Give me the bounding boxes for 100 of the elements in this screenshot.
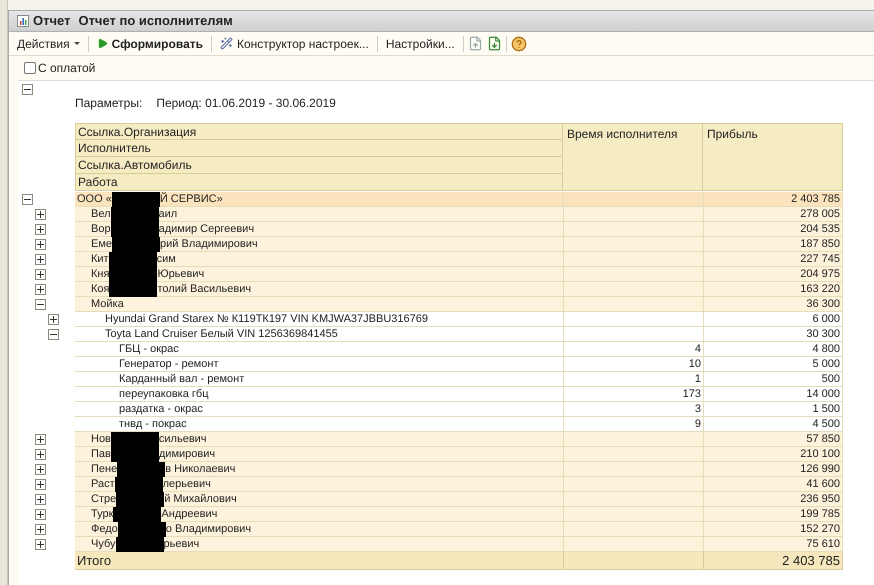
- row-label: Пав: [91, 447, 111, 461]
- profit-cell: 14 000: [703, 387, 843, 402]
- row-label-end: Андреевич: [161, 507, 218, 521]
- row-label-end: толий Васильевич: [157, 282, 252, 296]
- profit-cell: 4 800: [703, 342, 843, 357]
- column-header: Ссылка.Автомобиль: [75, 157, 563, 174]
- row-label: Стре: [91, 492, 116, 506]
- total-label: Итого: [75, 552, 563, 570]
- row-label: Еме: [91, 237, 112, 251]
- window-title: Отчет по исполнителям: [78, 12, 233, 30]
- designer-button[interactable]: Конструктор настроек...: [216, 34, 373, 52]
- row-label-end: о Владимирович: [166, 522, 252, 536]
- collapse-toggle[interactable]: [22, 84, 33, 95]
- collapse-toggle[interactable]: [22, 194, 33, 205]
- expand-toggle[interactable]: [35, 464, 46, 475]
- time-cell: 9: [563, 417, 703, 432]
- row-label: Кня: [91, 267, 110, 281]
- play-icon: [96, 38, 108, 49]
- row-label-end: димирович: [158, 447, 216, 461]
- row-label: Мойка: [91, 297, 124, 311]
- expand-toggle[interactable]: [35, 434, 46, 445]
- row-label: раздатка - окрас: [119, 402, 203, 416]
- row-label: Пене: [91, 462, 118, 476]
- column-header: Прибыль: [703, 123, 843, 191]
- redaction-block: [109, 282, 158, 296]
- row-label-end: в Николаевич: [165, 462, 236, 476]
- row-label-end: сильевич: [158, 432, 207, 446]
- expand-toggle[interactable]: [35, 209, 46, 220]
- period-text: Период: 01.06.2019 - 30.06.2019: [156, 95, 336, 112]
- row-label-end: Юрьевич: [157, 267, 204, 281]
- row-label: Федо: [91, 522, 118, 536]
- expand-toggle[interactable]: [35, 479, 46, 490]
- generate-button[interactable]: Сформировать: [92, 34, 207, 52]
- expand-toggle[interactable]: [35, 509, 46, 520]
- time-cell: 173: [563, 387, 703, 402]
- row-label: Вор: [91, 222, 111, 236]
- expand-toggle[interactable]: [35, 524, 46, 535]
- profit-cell: 152 270: [703, 522, 843, 537]
- profit-cell: 30 300: [703, 327, 843, 342]
- time-cell: 4: [563, 342, 703, 357]
- row-label: Нов: [91, 432, 111, 446]
- row-label-end: й Михайлович: [164, 492, 237, 506]
- redaction-block: [110, 432, 159, 446]
- redaction-block: [112, 192, 160, 206]
- time-cell: 3: [563, 402, 703, 417]
- parameters-label: Параметры:: [75, 95, 142, 112]
- redaction-block: [116, 536, 164, 552]
- row-label: Турк: [91, 507, 114, 521]
- expand-toggle[interactable]: [35, 239, 46, 250]
- profit-cell: 75 610: [703, 537, 843, 552]
- row-label: Вел: [91, 207, 111, 221]
- profit-cell: 4 500: [703, 417, 843, 432]
- expand-toggle[interactable]: [48, 314, 59, 325]
- time-cell: 10: [563, 357, 703, 372]
- row-label-end: адимир Сергеевич: [158, 222, 254, 236]
- row-label: Чубу: [91, 537, 116, 551]
- expand-toggle[interactable]: [35, 494, 46, 505]
- row-label: переупаковка гбц: [119, 387, 208, 401]
- caret-icon: [74, 42, 80, 45]
- collapse-toggle[interactable]: [48, 329, 59, 340]
- profit-cell: 126 990: [703, 462, 843, 477]
- expand-toggle[interactable]: [35, 254, 46, 265]
- collapse-toggle[interactable]: [35, 299, 46, 310]
- row-label-end: рий Владимирович: [160, 237, 258, 251]
- wand-icon: [220, 37, 233, 50]
- row-label: Генератор - ремонт: [119, 357, 218, 371]
- row-label: Коя: [91, 282, 110, 296]
- profit-cell: 278 005: [703, 207, 843, 222]
- profit-cell: 236 950: [703, 492, 843, 507]
- profit-cell: 204 535: [703, 222, 843, 237]
- report-icon: [17, 15, 29, 27]
- help-icon[interactable]: [510, 36, 527, 52]
- profit-cell: 199 785: [703, 507, 843, 522]
- row-label: ООО «: [77, 192, 112, 206]
- total-profit: 2 403 785: [703, 552, 843, 570]
- profit-cell: 6 000: [703, 312, 843, 327]
- profit-cell: 163 220: [703, 282, 843, 297]
- profit-cell: 36 300: [703, 297, 843, 312]
- expand-toggle[interactable]: [35, 449, 46, 460]
- row-label: Кит: [91, 252, 109, 266]
- profit-cell: 5 000: [703, 357, 843, 372]
- expand-toggle[interactable]: [35, 224, 46, 235]
- settings-button[interactable]: Настройки...: [382, 34, 459, 52]
- expand-toggle[interactable]: [35, 269, 46, 280]
- expand-toggle[interactable]: [35, 284, 46, 295]
- profit-cell: 41 600: [703, 477, 843, 492]
- column-header: Время исполнителя: [563, 123, 703, 191]
- time-cell: 1: [563, 372, 703, 387]
- profit-cell: 2 403 785: [703, 192, 843, 207]
- window-type: Отчет: [33, 12, 70, 30]
- row-label: Hyundai Grand Starex № К119ТК197 VIN KMJWA37JBBU316769: [105, 312, 428, 326]
- expand-toggle[interactable]: [35, 539, 46, 550]
- row-label-end: рьевич: [164, 537, 200, 551]
- profit-cell: 187 850: [703, 237, 843, 252]
- row-label: Карданный вал - ремонт: [119, 372, 244, 386]
- profit-cell: 1 500: [703, 402, 843, 417]
- document-arrow-icon[interactable]: [486, 36, 502, 51]
- actions-menu[interactable]: Действия: [13, 34, 84, 52]
- payment-label: С оплатой: [38, 60, 96, 77]
- payment-checkbox[interactable]: [24, 62, 36, 74]
